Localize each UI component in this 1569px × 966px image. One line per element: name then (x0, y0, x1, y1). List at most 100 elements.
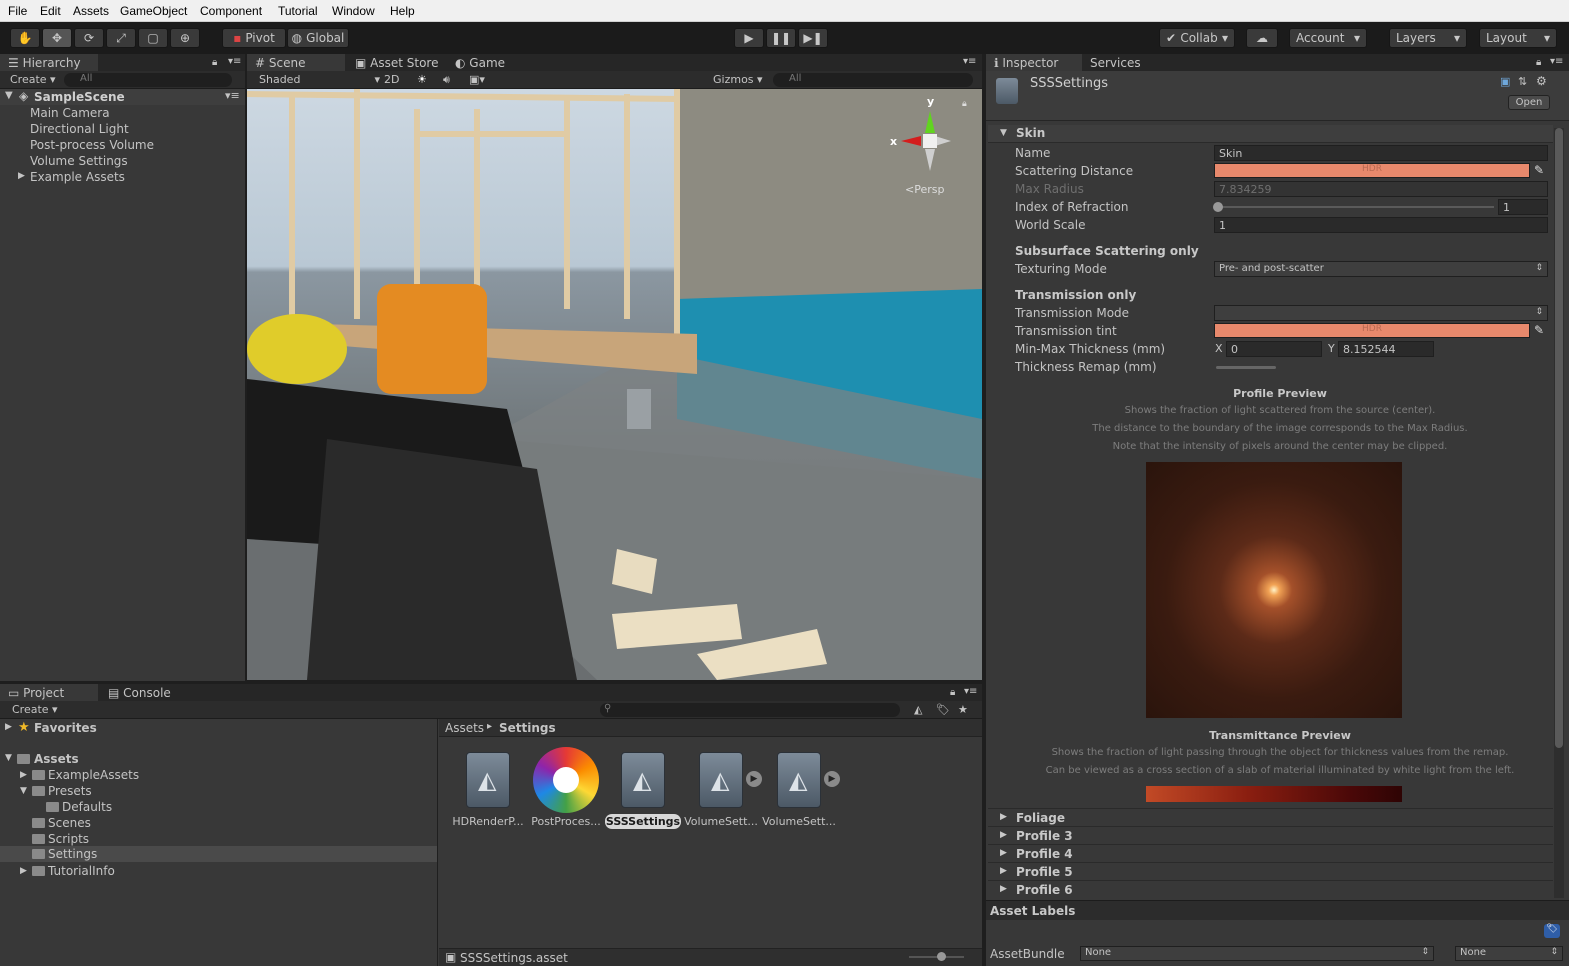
inspector-scrollbar[interactable] (1554, 128, 1564, 898)
rotate-tool-button[interactable]: ⟳ (74, 28, 104, 48)
global-button[interactable]: ◍ Global (287, 28, 349, 48)
hand-tool-button[interactable]: ✋ (10, 28, 40, 48)
scene-menu-icon[interactable]: ▾≡ (225, 89, 240, 102)
foliage-foldout[interactable]: ▶ Foliage (988, 808, 1553, 826)
gizmos-dropdown[interactable]: Gizmos ▾ (713, 73, 763, 86)
expand-arrow-icon[interactable]: ▼ (5, 753, 12, 763)
expand-subasset-icon[interactable]: ▶ (824, 771, 840, 787)
menu-file[interactable]: File (8, 4, 27, 18)
tree-item[interactable]: Defaults (62, 800, 112, 814)
favorite-star-icon[interactable]: ★ (958, 703, 968, 716)
2d-toggle[interactable]: 2D (384, 73, 399, 86)
eyedropper-icon[interactable]: ✎ (1534, 323, 1544, 337)
profile4-foldout[interactable]: ▶ Profile 4 (988, 844, 1553, 862)
project-search-input[interactable]: ⚲ (600, 703, 900, 717)
open-button[interactable]: Open (1508, 95, 1550, 110)
transmission-mode-dropdown[interactable]: ⇕ (1214, 305, 1548, 321)
scene-viewport[interactable]: y x <Persp 🔒︎ (247, 89, 982, 680)
hierarchy-item[interactable]: Main Camera (30, 106, 110, 120)
pause-button[interactable]: ❚❚ (766, 28, 796, 48)
expand-arrow-icon[interactable]: ▼ (20, 786, 27, 796)
skin-foldout[interactable]: ▼ Skin (988, 125, 1553, 143)
rect-tool-button[interactable]: ▢ (138, 28, 168, 48)
tab-console[interactable]: ▤ Console (100, 684, 181, 702)
hierarchy-item[interactable]: Post-process Volume (30, 138, 154, 152)
hierarchy-create-button[interactable]: Create ▾ (10, 73, 56, 86)
lock-icon[interactable]: 🔒︎ (950, 687, 955, 698)
ior-slider[interactable] (1218, 206, 1494, 208)
scene-row[interactable]: ▼ ◈ SampleScene ▾≡ (0, 89, 245, 105)
breadcrumb-assets[interactable]: Assets (445, 721, 484, 735)
expand-arrow-icon[interactable]: ▶ (20, 770, 27, 780)
profile5-foldout[interactable]: ▶ Profile 5 (988, 862, 1553, 880)
lighting-toggle-icon[interactable]: ☀ (417, 73, 427, 86)
tree-item[interactable]: Presets (48, 784, 92, 798)
hierarchy-item[interactable]: Volume Settings (30, 154, 128, 168)
scattering-distance-color[interactable]: HDR (1214, 163, 1530, 178)
profile3-foldout[interactable]: ▶ Profile 3 (988, 826, 1553, 844)
icon-size-slider-thumb[interactable] (937, 952, 946, 961)
panel-menu-icon[interactable]: ▾≡ (1550, 56, 1563, 67)
hierarchy-item[interactable]: Directional Light (30, 122, 129, 136)
menu-assets[interactable]: Assets (73, 4, 109, 18)
tree-item[interactable]: Scripts (48, 832, 89, 846)
scale-tool-button[interactable]: ⤢ (106, 28, 136, 48)
effects-toggle-icon[interactable]: ▣▾ (469, 73, 485, 86)
move-tool-button[interactable]: ✥ (42, 28, 72, 48)
account-dropdown[interactable]: Account ▾ (1289, 28, 1367, 48)
eyedropper-icon[interactable]: ✎ (1534, 163, 1544, 177)
gear-icon[interactable]: ⚙ (1536, 74, 1547, 88)
favorites-label[interactable]: Favorites (34, 721, 97, 735)
expand-arrow-icon[interactable]: ▶ (5, 722, 12, 732)
thickness-y-input[interactable]: 8.152544 (1338, 341, 1434, 357)
help-book-icon[interactable]: ▣ (1500, 75, 1510, 88)
tab-hierarchy[interactable]: ☰ Hierarchy (0, 54, 98, 72)
tree-item[interactable]: TutorialInfo (48, 864, 115, 878)
postprocess-asset-icon[interactable] (533, 747, 599, 813)
menu-tutorial[interactable]: Tutorial (278, 4, 318, 18)
profile6-foldout[interactable]: ▶ Profile 6 (988, 880, 1553, 898)
texturing-mode-dropdown[interactable]: Pre- and post-scatter ⇕ (1214, 261, 1548, 277)
expand-arrow-icon[interactable]: ▼ (5, 90, 13, 101)
layers-dropdown[interactable]: Layers ▾ (1389, 28, 1467, 48)
tab-project[interactable]: ▭ Project (0, 684, 98, 702)
menu-edit[interactable]: Edit (40, 4, 61, 18)
panel-menu-icon[interactable]: ▾≡ (963, 56, 976, 67)
pivot-button[interactable]: ▪ Pivot (222, 28, 286, 48)
menu-window[interactable]: Window (332, 4, 375, 18)
tab-scene[interactable]: # Scene (247, 54, 345, 72)
hierarchy-search-input[interactable]: All (64, 73, 232, 87)
panel-menu-icon[interactable]: ▾≡ (228, 56, 241, 67)
preset-icon[interactable]: ⇅ (1518, 75, 1527, 88)
asset-name[interactable]: VolumeSett... (681, 815, 761, 828)
persp-label[interactable]: <Persp (905, 183, 944, 196)
world-scale-input[interactable]: 1 (1214, 217, 1548, 233)
tab-asset-store[interactable]: ▣ Asset Store (347, 54, 449, 72)
menu-help[interactable]: Help (390, 4, 415, 18)
audio-toggle-icon[interactable]: 🔊︎ (443, 73, 450, 87)
tab-game[interactable]: ◐ Game (447, 54, 515, 72)
ior-input[interactable]: 1 (1498, 199, 1548, 215)
thickness-remap-slider[interactable] (1216, 366, 1276, 369)
breadcrumb-settings[interactable]: Settings (499, 721, 556, 735)
scene-search-input[interactable]: All (773, 73, 973, 87)
tree-item-selected[interactable]: Settings (0, 846, 437, 862)
shading-dropdown[interactable]: Shaded ▾ (259, 73, 380, 86)
asset-name[interactable]: PostProces... (526, 815, 606, 828)
asset-name[interactable]: HDRenderP... (448, 815, 528, 828)
hierarchy-item[interactable]: Example Assets (30, 170, 125, 184)
step-button[interactable]: ▶❚ (798, 28, 828, 48)
collab-dropdown[interactable]: ✔ Collab ▾ (1159, 28, 1235, 48)
tab-inspector[interactable]: ℹ Inspector (986, 54, 1082, 72)
menu-gameobject[interactable]: GameObject (120, 4, 187, 18)
assetbundle-variant-dropdown[interactable]: None ⇕ (1455, 946, 1563, 961)
transmission-tint-color[interactable]: HDR (1214, 323, 1530, 338)
lock-icon[interactable]: 🔒︎ (962, 99, 967, 109)
lock-icon[interactable]: 🔒︎ (1536, 57, 1541, 68)
assets-folder[interactable]: Assets (34, 752, 79, 766)
ior-slider-thumb[interactable] (1213, 202, 1223, 212)
tree-item[interactable]: ExampleAssets (48, 768, 139, 782)
expand-arrow-icon[interactable]: ▶ (20, 866, 27, 876)
thickness-x-input[interactable]: 0 (1226, 341, 1322, 357)
assetbundle-dropdown[interactable]: None ⇕ (1080, 946, 1434, 961)
